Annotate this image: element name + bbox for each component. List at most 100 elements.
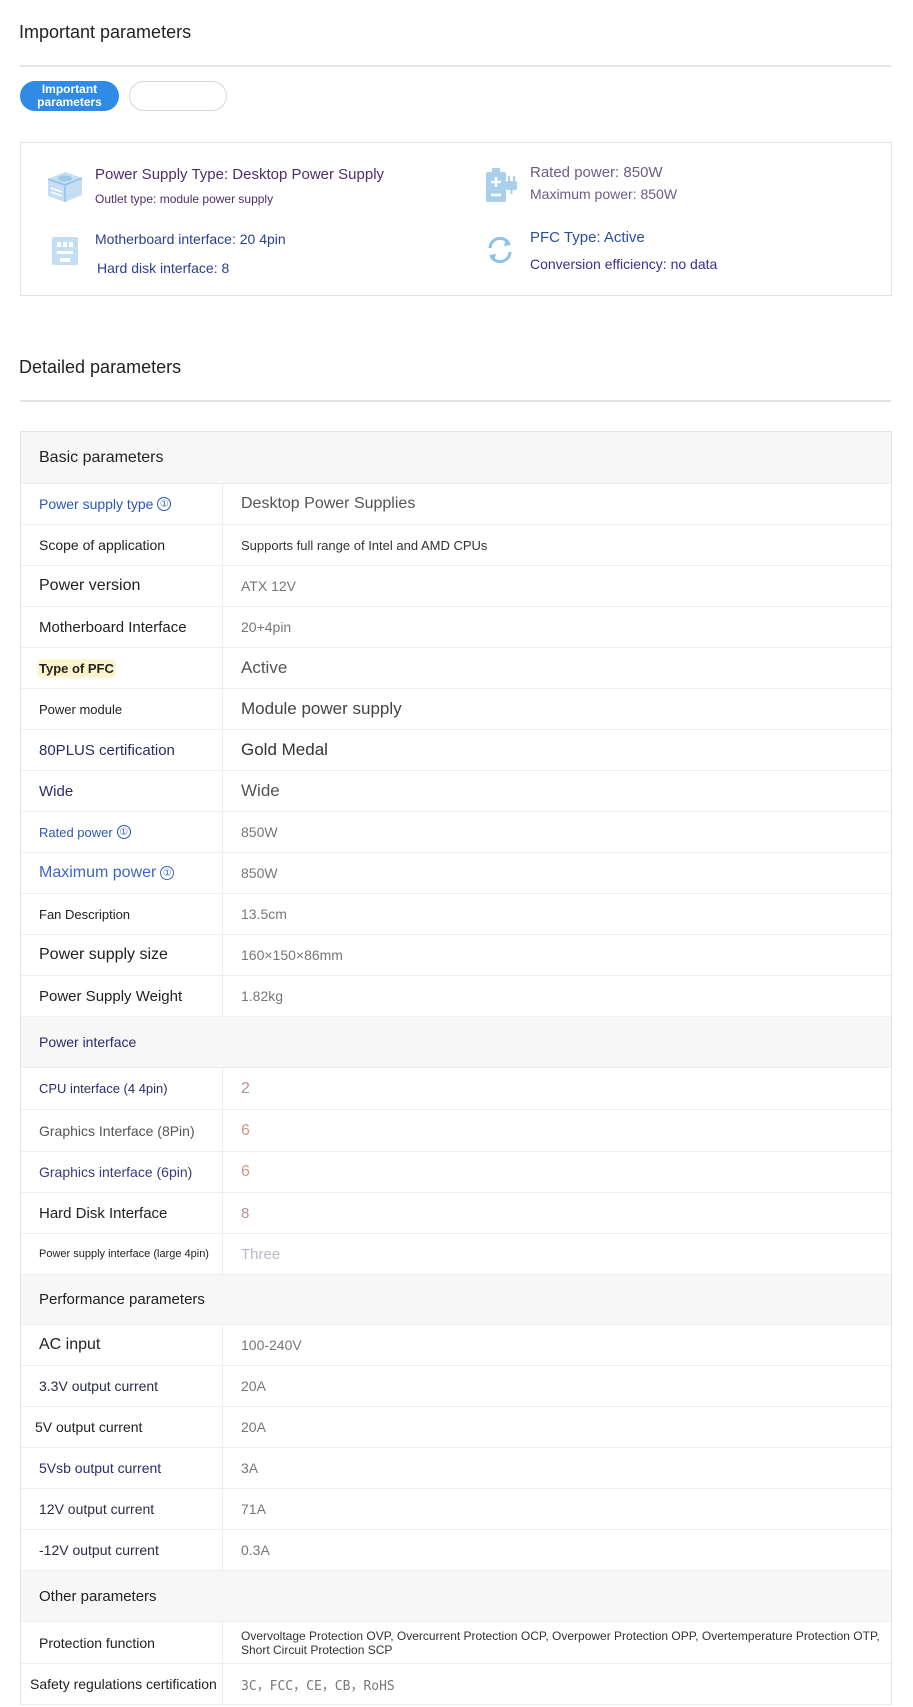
row-value: 1.82kg (241, 988, 284, 1004)
row-value: Three (241, 1245, 281, 1263)
important-parameters-title: Important parameters (19, 22, 192, 42)
row-value: 8 (241, 1204, 250, 1222)
summary-secondary-text: Maximum power: 850W (530, 186, 678, 202)
row-value: Supports full range of Intel and AMD CPU… (241, 537, 488, 553)
refresh-cycle-icon (478, 228, 522, 272)
row-value: 3C，FCC，CE，CB，RoHS (241, 1678, 395, 1694)
table-row: Protection function Overvoltage Protecti… (21, 1622, 891, 1664)
highlighted-label: Type of PFC (39, 660, 114, 676)
table-row: Safety regulations certification 3C，FCC，… (21, 1664, 891, 1705)
table-row: Rated power ① 850W (21, 812, 891, 853)
motherboard-connector-icon (43, 229, 87, 273)
row-label: Rated power ① (21, 812, 223, 852)
battery-plug-icon (478, 163, 522, 207)
row-value: 2 (241, 1079, 250, 1097)
row-value: 0.3A (241, 1542, 270, 1558)
important-summary-panel: Power Supply Type: Desktop Power Supply … (20, 142, 892, 296)
row-label: 5Vsb output current (21, 1448, 223, 1488)
row-label: Type of PFC (21, 648, 223, 688)
row-label: Scope of application (21, 525, 223, 565)
info-icon[interactable]: ① (116, 825, 131, 839)
row-value: Overvoltage Protection OVP, Overcurrent … (241, 1628, 880, 1657)
row-value: 13.5cm (241, 906, 287, 922)
row-label: -12V output current (21, 1530, 223, 1570)
tab-important-parameters[interactable]: Important parameters (20, 81, 119, 111)
row-value: 6 (241, 1121, 250, 1139)
info-icon[interactable]: ① (160, 866, 175, 880)
table-row: Graphics interface (6pin) 6 (21, 1152, 891, 1193)
row-value: 71A (241, 1501, 266, 1517)
row-value: Active (241, 658, 288, 677)
row-value: Desktop Power Supplies (241, 495, 416, 512)
row-label: 12V output current (21, 1489, 223, 1529)
group-power-interface: Power interface (21, 1017, 891, 1068)
table-row: -12V output current 0.3A (21, 1530, 891, 1571)
row-label: Power module (21, 689, 223, 729)
table-row: Maximum power ① 850W (21, 853, 891, 894)
table-row: CPU interface (4 4pin) 2 (21, 1068, 891, 1110)
table-row: 3.3V output current 20A (21, 1366, 891, 1407)
summary-secondary-text: Conversion efficiency: no data (530, 256, 718, 272)
row-label: AC input (21, 1325, 223, 1365)
row-label: Power supply interface (large 4pin) (21, 1234, 223, 1274)
row-label: Power Supply Weight (21, 976, 223, 1016)
row-label: Maximum power ① (21, 853, 223, 893)
detailed-parameters-title: Detailed parameters (19, 357, 182, 377)
table-row: Power module Module power supply (21, 689, 891, 730)
table-row: Power version ATX 12V (21, 566, 891, 607)
summary-secondary-text: Outlet type: module power supply (95, 192, 274, 206)
row-label: Protection function (21, 1622, 223, 1663)
row-label: CPU interface (4 4pin) (21, 1068, 223, 1109)
table-row: 5V output current 20A (21, 1407, 891, 1448)
row-value: 20A (241, 1378, 266, 1394)
divider (20, 400, 891, 402)
table-row: Motherboard Interface 20+4pin (21, 607, 891, 648)
tab-secondary[interactable] (129, 81, 227, 111)
summary-item-pfc-type: PFC Type: Active Conversion efficiency: … (478, 228, 717, 273)
table-row: 5Vsb output current 3A (21, 1448, 891, 1489)
summary-item-power-supply-type: Power Supply Type: Desktop Power Supply … (43, 165, 384, 209)
row-value: 20+4pin (241, 619, 292, 635)
summary-primary-text: Motherboard interface: 20 4pin (95, 231, 286, 247)
row-value: Module power supply (241, 699, 402, 718)
row-value: 3A (241, 1460, 259, 1476)
table-row: Power Supply Weight 1.82kg (21, 976, 891, 1017)
divider (20, 65, 891, 67)
table-row: AC input 100-240V (21, 1325, 891, 1366)
row-value: Wide (241, 781, 280, 800)
summary-primary-text: PFC Type: Active (530, 229, 645, 246)
table-row: Scope of application Supports full range… (21, 525, 891, 566)
table-row: Power supply type ① Desktop Power Supplie… (21, 484, 891, 525)
row-label: Graphics interface (6pin) (21, 1152, 223, 1192)
group-other-parameters: Other parameters (21, 1571, 891, 1622)
row-value: 6 (241, 1163, 250, 1180)
row-label: Motherboard Interface (21, 607, 223, 647)
summary-primary-text: Rated power: 850W (530, 164, 663, 181)
row-label: 3.3V output current (21, 1366, 223, 1406)
table-row: Wide Wide (21, 771, 891, 812)
row-label: Safety regulations certification (21, 1664, 223, 1704)
table-row: Type of PFC Active (21, 648, 891, 689)
power-supply-icon (43, 165, 87, 209)
summary-item-rated-power: Rated power: 850W Maximum power: 850W (478, 163, 677, 207)
row-value: 850W (241, 865, 278, 881)
table-row: 12V output current 71A (21, 1489, 891, 1530)
table-row: Fan Description 13.5cm (21, 894, 891, 935)
table-row: Hard Disk Interface 8 (21, 1193, 891, 1234)
row-label: Fan Description (21, 894, 223, 934)
row-label: 80PLUS certification (21, 730, 223, 770)
row-value: ATX 12V (241, 578, 296, 594)
row-value: 850W (241, 824, 278, 840)
detailed-parameters-table: Basic parameters Power supply type ① Desk… (20, 431, 892, 1705)
parameter-tabs: Important parameters (20, 81, 227, 113)
table-row: 80PLUS certification Gold Medal (21, 730, 891, 771)
info-icon[interactable]: ① (157, 497, 172, 511)
table-row: Graphics Interface (8Pin) 6 (21, 1110, 891, 1152)
row-label: Power supply type ① (21, 484, 223, 524)
group-basic-parameters: Basic parameters (21, 432, 891, 484)
row-label: Graphics Interface (8Pin) (21, 1110, 223, 1151)
summary-secondary-text: Hard disk interface: 8 (97, 260, 230, 276)
row-label: 5V output current (21, 1407, 223, 1447)
table-row: Power supply size 160×150×86mm (21, 935, 891, 976)
row-value: 160×150×86mm (241, 947, 343, 963)
